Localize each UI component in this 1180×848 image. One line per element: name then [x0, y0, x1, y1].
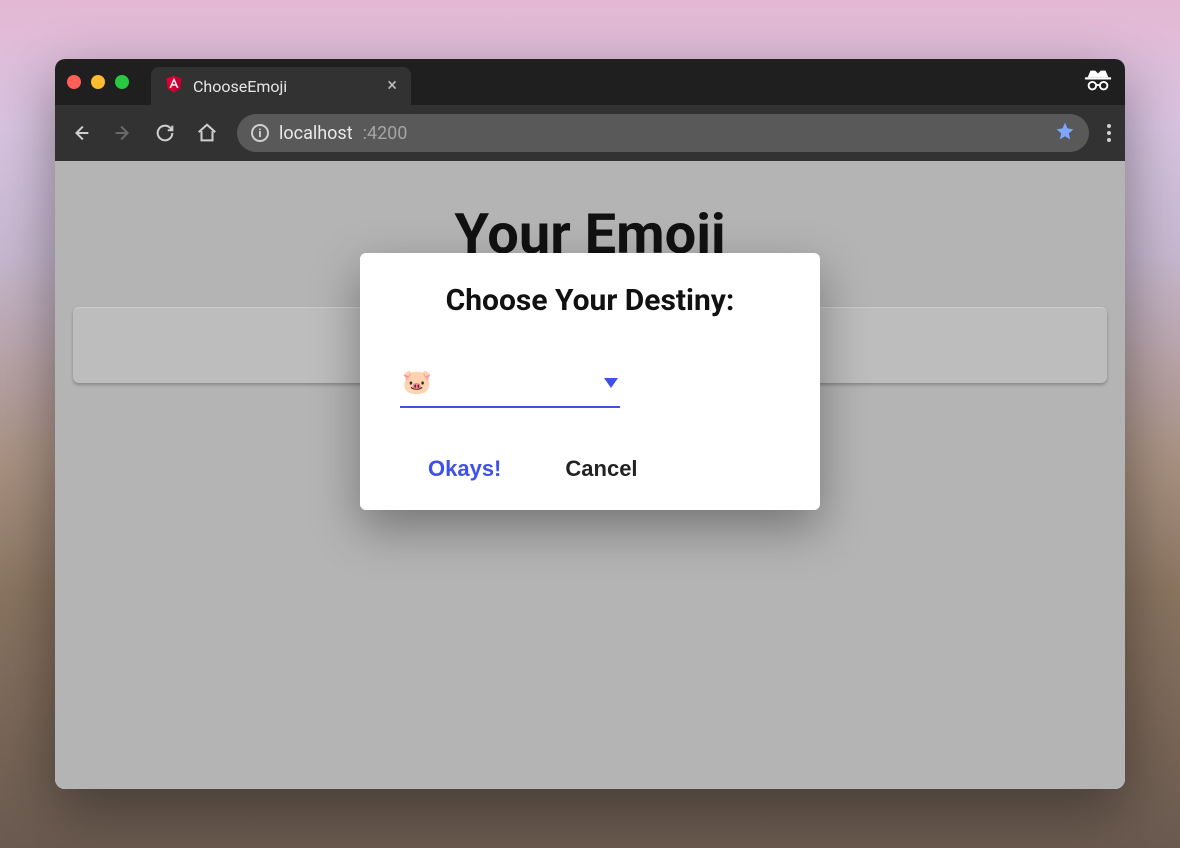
back-button[interactable] — [69, 121, 93, 145]
emoji-select-value: 🐷 — [402, 368, 432, 396]
url-port: :4200 — [363, 123, 408, 144]
close-tab-button[interactable]: × — [387, 77, 397, 95]
tab-title: ChooseEmoji — [193, 77, 287, 96]
ok-button[interactable]: Okays! — [428, 456, 501, 482]
incognito-icon — [1083, 68, 1113, 96]
bookmark-star-icon[interactable] — [1055, 121, 1075, 146]
window-controls — [67, 75, 129, 89]
dialog-title: Choose Your Destiny: — [400, 283, 780, 318]
chevron-down-icon — [604, 373, 618, 392]
browser-toolbar: i localhost :4200 — [55, 105, 1125, 161]
minimize-window-button[interactable] — [91, 75, 105, 89]
browser-menu-button[interactable] — [1107, 124, 1111, 142]
close-window-button[interactable] — [67, 75, 81, 89]
cancel-button[interactable]: Cancel — [565, 456, 637, 482]
browser-tab[interactable]: ChooseEmoji × — [151, 67, 411, 105]
maximize-window-button[interactable] — [115, 75, 129, 89]
url-host: localhost — [279, 123, 353, 144]
browser-window: ChooseEmoji × i localhost :4200 — [55, 59, 1125, 789]
page-content: Your Emoji Choose Your Destiny: 🐷 Okays!… — [55, 161, 1125, 789]
choose-emoji-dialog: Choose Your Destiny: 🐷 Okays! Cancel — [360, 253, 820, 510]
site-info-icon[interactable]: i — [251, 124, 269, 142]
angular-icon — [165, 75, 183, 97]
address-bar[interactable]: i localhost :4200 — [237, 114, 1089, 152]
tab-strip: ChooseEmoji × — [55, 59, 1125, 105]
emoji-select[interactable]: 🐷 — [400, 362, 620, 408]
forward-button[interactable] — [111, 121, 135, 145]
reload-button[interactable] — [153, 121, 177, 145]
home-button[interactable] — [195, 121, 219, 145]
dialog-actions: Okays! Cancel — [400, 456, 780, 482]
